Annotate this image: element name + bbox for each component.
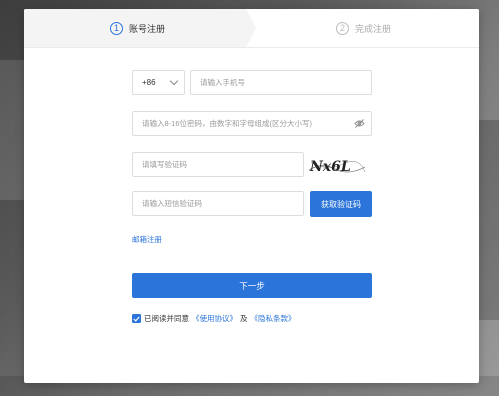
step-number: 2 bbox=[336, 21, 349, 35]
captcha-text: Nx6L bbox=[309, 159, 351, 175]
step-complete-register: 2 完成注册 bbox=[336, 9, 391, 47]
captcha-input[interactable]: 请填写验证码 bbox=[132, 152, 304, 177]
password-input[interactable]: 请输入8-16位密码，由数字和字母组成(区分大小写) bbox=[132, 111, 372, 136]
phone-input[interactable]: 请输入手机号 bbox=[190, 70, 372, 95]
step-bar: 1 账号注册 2 完成注册 bbox=[24, 9, 479, 48]
step-label: 完成注册 bbox=[355, 23, 392, 34]
country-code-value: +86 bbox=[142, 78, 156, 87]
get-code-button[interactable]: 获取验证码 bbox=[310, 191, 372, 217]
agree-text: 已阅读并同意 bbox=[144, 314, 189, 323]
next-step-button[interactable]: 下一步 bbox=[132, 273, 372, 298]
sms-code-input[interactable]: 请输入短信验证码 bbox=[132, 191, 304, 216]
step-label: 账号注册 bbox=[129, 23, 166, 34]
email-register-link[interactable]: 邮箱注册 bbox=[132, 234, 162, 245]
check-icon bbox=[133, 316, 140, 322]
sms-placeholder: 请输入短信验证码 bbox=[142, 199, 202, 208]
chevron-down-icon bbox=[169, 76, 179, 86]
step-account-register: 1 账号注册 bbox=[110, 9, 165, 47]
country-code-select[interactable]: +86 bbox=[132, 70, 185, 95]
agree-checkbox[interactable] bbox=[132, 314, 141, 323]
captcha-placeholder: 请填写验证码 bbox=[142, 160, 187, 169]
terms-of-use-link[interactable]: 《使用协议》 bbox=[192, 313, 237, 324]
password-placeholder: 请输入8-16位密码，由数字和字母组成(区分大小写) bbox=[142, 119, 313, 128]
background-shape bbox=[477, 120, 499, 320]
agree-and-text: 及 bbox=[240, 314, 248, 323]
captcha-image[interactable]: Nx6L bbox=[307, 152, 367, 178]
register-dialog: 1 账号注册 2 完成注册 +86 请输入手机号 请输入8-16位密码，由数字和… bbox=[24, 9, 479, 383]
step-number: 1 bbox=[110, 21, 123, 35]
eye-hidden-icon[interactable] bbox=[354, 119, 365, 128]
privacy-policy-link[interactable]: 《隐私条款》 bbox=[251, 313, 296, 324]
agreement-row: 已阅读并同意 《使用协议》 及 《隐私条款》 bbox=[132, 313, 296, 324]
phone-placeholder: 请输入手机号 bbox=[200, 78, 245, 87]
